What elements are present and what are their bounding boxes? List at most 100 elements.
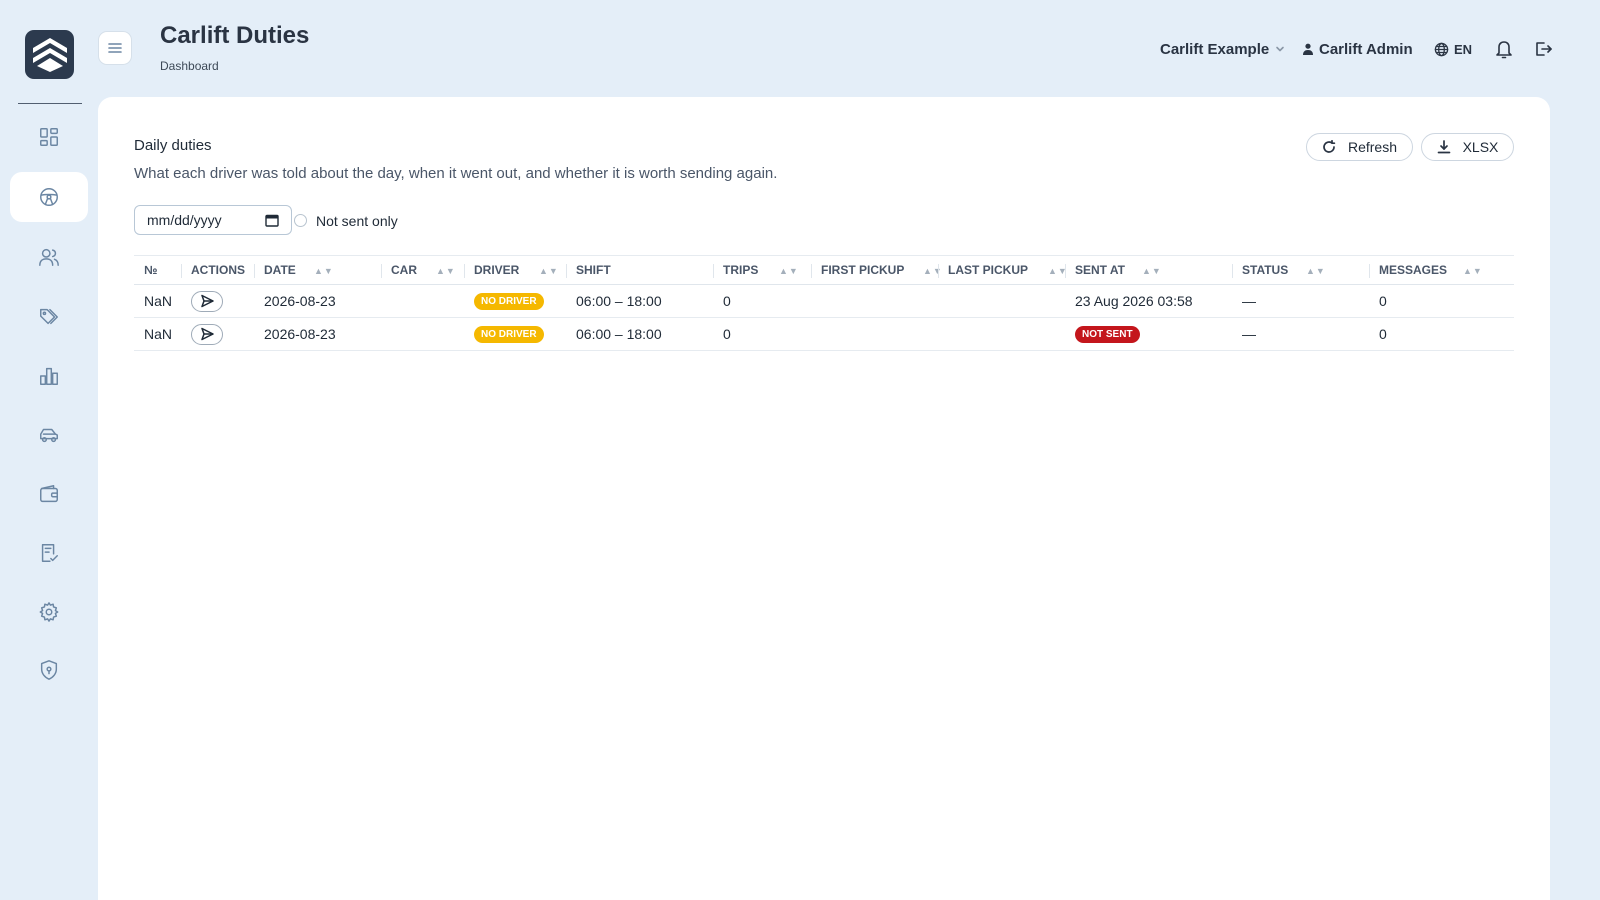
date-placeholder: mm/dd/yyyy (147, 212, 222, 228)
col-car[interactable]: Car ▲▼ (381, 256, 464, 284)
app-logo[interactable] (25, 30, 74, 79)
col-date[interactable]: Date ▲▼ (254, 256, 381, 284)
row-shift: 06:00 – 18:00 (576, 326, 662, 342)
refresh-button[interactable]: Refresh (1306, 133, 1413, 161)
refresh-icon (1323, 140, 1336, 153)
sidebar-item-settings[interactable] (10, 587, 88, 637)
bell-icon (1496, 41, 1512, 59)
col-last-pickup[interactable]: Last pickup ▲▼ (938, 256, 1067, 284)
col-number: № (144, 263, 158, 277)
col-driver[interactable]: Driver ▲▼ (464, 256, 566, 284)
sort-icon[interactable]: ▲▼ (1306, 266, 1326, 276)
dashboard-icon (40, 128, 58, 146)
row-number: NaN (144, 326, 173, 342)
sidebar-item-tags[interactable] (10, 292, 88, 342)
steering-wheel-icon (40, 188, 58, 206)
sort-icon[interactable]: ▲▼ (436, 266, 456, 276)
breadcrumb[interactable]: Dashboard (160, 59, 219, 73)
user-icon (1303, 43, 1313, 55)
row-driver: No driver (464, 285, 544, 317)
xlsx-export-button[interactable]: XLSX (1421, 133, 1514, 161)
row-last-pickup (938, 318, 948, 350)
col-first-pickup[interactable]: First pickup ▲▼ (811, 256, 942, 284)
row-car (381, 285, 391, 317)
duties-table: № Actions Date ▲▼ Car ▲▼ Driver ▲▼ Shift Tr… (134, 255, 1514, 351)
tags-icon (40, 308, 58, 325)
menu-toggle-button[interactable] (98, 31, 132, 65)
sidebar-item-wallet[interactable] (10, 469, 88, 519)
globe-icon (1434, 42, 1449, 56)
company-selector[interactable]: Carlift Example (1160, 38, 1285, 60)
table-header: № Actions Date ▲▼ Car ▲▼ Driver ▲▼ Shift Tr… (134, 255, 1514, 285)
language-selector[interactable]: EN (1434, 38, 1472, 60)
sidebar-divider (18, 103, 82, 104)
row-messages: 0 (1379, 326, 1387, 342)
logout-icon (1536, 42, 1552, 56)
sidebar-item-users[interactable] (10, 232, 88, 282)
col-trips[interactable]: Trips ▲▼ (713, 256, 811, 284)
row-actions (181, 318, 223, 350)
chevron-down-icon (1276, 46, 1285, 52)
sort-icon[interactable]: ▲▼ (779, 266, 799, 276)
send-icon (201, 294, 214, 308)
not-sent-only-label[interactable]: Not sent only (316, 213, 398, 229)
no-driver-badge: No driver (474, 325, 544, 343)
user-name: Carlift Admin (1319, 40, 1413, 58)
col-messages[interactable]: Messages ▲▼ (1369, 256, 1514, 284)
sort-icon[interactable]: ▲▼ (1463, 266, 1483, 276)
row-date: 2026-08-23 (264, 326, 336, 342)
row-first-pickup (811, 318, 821, 350)
row-first-pickup (811, 285, 821, 317)
sidebar-item-reports[interactable] (10, 351, 88, 401)
sidebar-item-checklist[interactable] (10, 528, 88, 578)
sidebar-item-duties[interactable] (10, 172, 88, 222)
date-filter-input[interactable]: mm/dd/yyyy (134, 205, 292, 235)
sort-icon[interactable]: ▲▼ (1142, 266, 1162, 276)
bar-chart-icon (40, 367, 58, 385)
row-number: NaN (144, 293, 173, 309)
sort-icon[interactable]: ▲▼ (314, 266, 334, 276)
send-duty-button[interactable] (191, 290, 223, 312)
row-driver: No driver (464, 318, 544, 350)
language-code: EN (1454, 41, 1473, 57)
col-status[interactable]: Status ▲▼ (1232, 256, 1369, 284)
row-messages: 0 (1379, 293, 1387, 309)
card-title: Daily duties (134, 137, 212, 154)
checklist-icon (41, 544, 58, 562)
not-sent-badge: Not sent (1075, 325, 1140, 343)
no-driver-badge: No driver (474, 292, 544, 310)
duties-card: Daily duties What each driver was told a… (98, 97, 1550, 900)
shield-icon (40, 660, 58, 680)
users-icon (39, 248, 59, 266)
col-shift: Shift (566, 256, 713, 284)
row-last-pickup (938, 285, 948, 317)
notifications-button[interactable] (1495, 39, 1513, 59)
card-subtitle: What each driver was told about the day,… (134, 165, 778, 182)
row-car (381, 318, 391, 350)
sidebar-item-security[interactable] (10, 645, 88, 695)
page-title: Carlift Duties (160, 22, 310, 49)
row-status: — (1242, 293, 1256, 309)
col-actions: Actions (181, 256, 254, 284)
send-duty-button[interactable] (191, 323, 223, 345)
logout-button[interactable] (1534, 39, 1552, 59)
row-date: 2026-08-23 (264, 293, 336, 309)
sidebar-item-dashboard[interactable] (10, 112, 88, 162)
col-sent-at[interactable]: Sent at ▲▼ (1065, 256, 1232, 284)
wallet-icon (40, 485, 58, 503)
row-shift: 06:00 – 18:00 (576, 293, 662, 309)
download-icon (1437, 140, 1450, 154)
sidebar (0, 0, 98, 900)
logo-chevrons-icon (32, 37, 67, 72)
user-menu[interactable]: Carlift Admin (1302, 38, 1413, 60)
xlsx-label: XLSX (1462, 139, 1499, 155)
gear-icon (39, 602, 59, 622)
sidebar-item-cars[interactable] (10, 410, 88, 460)
row-sent-at: 23 Aug 2026 03:58 (1075, 293, 1193, 309)
row-sent-at: Not sent (1065, 318, 1140, 350)
calendar-icon[interactable] (265, 214, 279, 227)
row-status: — (1242, 326, 1256, 342)
refresh-label: Refresh (1347, 139, 1398, 155)
sort-icon[interactable]: ▲▼ (539, 266, 559, 276)
not-sent-only-checkbox[interactable] (294, 214, 307, 227)
